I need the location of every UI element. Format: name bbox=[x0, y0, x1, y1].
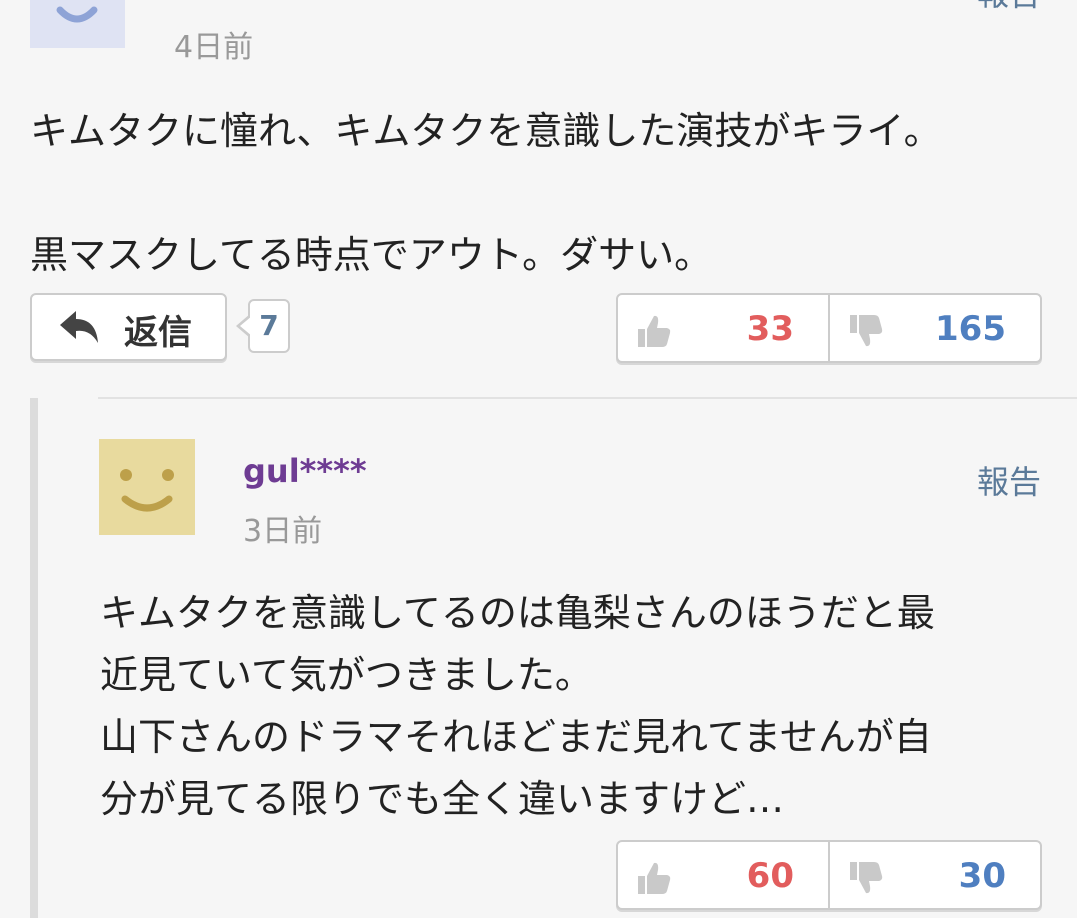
reply-timestamp: 3日前 bbox=[243, 514, 323, 549]
bad-count: 165 bbox=[935, 309, 1006, 349]
reply-count: 7 bbox=[259, 309, 279, 342]
comment-timestamp: 4日前 bbox=[174, 30, 254, 65]
thread-indent-bar bbox=[30, 398, 38, 918]
avatar bbox=[30, 0, 125, 48]
reply-button[interactable]: 返信 bbox=[30, 293, 227, 361]
reply-bad-count: 30 bbox=[958, 856, 1006, 896]
good-button[interactable]: 33 bbox=[618, 295, 828, 361]
reply-arrow-icon bbox=[60, 311, 98, 343]
reply-avatar bbox=[99, 439, 195, 535]
smiley-face-icon bbox=[56, 6, 98, 23]
reply-bad-button[interactable]: 30 bbox=[828, 842, 1040, 908]
thumbs-up-icon bbox=[638, 862, 671, 894]
reply-count-badge[interactable]: 7 bbox=[236, 299, 290, 353]
report-link[interactable]: 報告 bbox=[977, 0, 1041, 10]
bad-button[interactable]: 165 bbox=[828, 295, 1040, 361]
reply-good-count: 60 bbox=[746, 856, 794, 896]
reply-username[interactable]: gul**** bbox=[243, 452, 367, 490]
thread-divider bbox=[98, 397, 1077, 399]
reply-report-link[interactable]: 報告 bbox=[977, 457, 1041, 503]
reply-vote-buttons: 60 30 bbox=[616, 840, 1042, 910]
comment-body: キムタクに憧れ、キムタクを意識した演技がキライ。 黒マスクしてる時点でアウト。ダ… bbox=[30, 109, 942, 277]
smiley-face-icon bbox=[120, 469, 174, 512]
vote-buttons: 33 165 bbox=[616, 293, 1042, 363]
reply-body: キムタクを意識してるのは亀梨さんのほうだと最 近見ていて気がつきました。 山下さ… bbox=[100, 591, 935, 821]
reply-good-button[interactable]: 60 bbox=[618, 842, 828, 908]
good-count: 33 bbox=[746, 309, 794, 349]
thumbs-down-icon bbox=[850, 315, 883, 347]
thumbs-up-icon bbox=[638, 315, 671, 347]
thumbs-down-icon bbox=[850, 862, 883, 894]
reply-button-label: 返信 bbox=[124, 313, 192, 353]
